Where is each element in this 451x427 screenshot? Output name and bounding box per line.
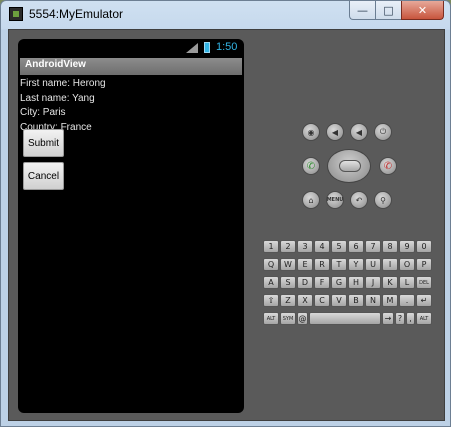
- key-question[interactable]: ?: [395, 312, 405, 325]
- minimize-button[interactable]: —: [349, 1, 375, 20]
- key-1[interactable]: 1: [263, 240, 279, 253]
- volume-up-icon[interactable]: ◀: [350, 123, 368, 141]
- window-controls: — □ ✕: [349, 1, 444, 21]
- status-bar: 1:50: [18, 39, 244, 57]
- key-2[interactable]: 2: [280, 240, 296, 253]
- camera-icon[interactable]: ◉: [302, 123, 320, 141]
- key-7[interactable]: 7: [365, 240, 381, 253]
- app-title-bar: AndroidView: [20, 58, 242, 75]
- key-alt-left[interactable]: ALT: [263, 312, 279, 325]
- key-o[interactable]: O: [399, 258, 415, 271]
- key-y[interactable]: Y: [348, 258, 364, 271]
- power-icon[interactable]: ⏻: [374, 123, 392, 141]
- keyboard-row-1: 1 2 3 4 5 6 7 8 9 0: [263, 240, 435, 254]
- key-a[interactable]: A: [263, 276, 279, 289]
- key-m[interactable]: M: [382, 294, 398, 307]
- submit-button[interactable]: Submit: [23, 129, 64, 157]
- key-j[interactable]: J: [365, 276, 381, 289]
- key-g[interactable]: G: [331, 276, 347, 289]
- shift-key-icon[interactable]: ⇧: [263, 294, 279, 307]
- dpad-center-button[interactable]: [339, 160, 361, 172]
- emulator-window: 5554:MyEmulator — □ ✕ 1:50 AndroidView F…: [0, 0, 451, 427]
- key-r[interactable]: R: [314, 258, 330, 271]
- space-key[interactable]: [309, 312, 381, 325]
- key-w[interactable]: W: [280, 258, 296, 271]
- key-6[interactable]: 6: [348, 240, 364, 253]
- keyboard-row-2: Q W E R T Y U I O P: [263, 258, 435, 272]
- keyboard-row-4: ⇧ Z X C V B N M . ↵: [263, 294, 435, 308]
- status-time: 1:50: [216, 41, 238, 53]
- key-8[interactable]: 8: [382, 240, 398, 253]
- key-q[interactable]: Q: [263, 258, 279, 271]
- key-period[interactable]: .: [399, 294, 415, 307]
- volume-down-icon[interactable]: ◀: [326, 123, 344, 141]
- keyboard-row-5: ALT SYM @ → ? , ALT: [263, 312, 435, 326]
- key-sym[interactable]: SYM: [280, 312, 296, 325]
- title-bar: 5554:MyEmulator — □ ✕: [1, 1, 450, 29]
- close-button[interactable]: ✕: [401, 1, 444, 20]
- key-d[interactable]: D: [297, 276, 313, 289]
- key-3[interactable]: 3: [297, 240, 313, 253]
- search-icon[interactable]: ⚲: [374, 191, 392, 209]
- key-e[interactable]: E: [297, 258, 313, 271]
- enter-key-icon[interactable]: ↵: [416, 294, 432, 307]
- battery-icon: [204, 42, 210, 53]
- city-text: City: Paris: [20, 107, 66, 118]
- emulator-body: 1:50 AndroidView First name: Herong Last…: [8, 29, 445, 421]
- key-k[interactable]: K: [382, 276, 398, 289]
- key-s[interactable]: S: [280, 276, 296, 289]
- key-i[interactable]: I: [382, 258, 398, 271]
- key-tab[interactable]: →: [382, 312, 394, 325]
- dpad[interactable]: [327, 149, 371, 183]
- maximize-button[interactable]: □: [375, 1, 401, 20]
- key-9[interactable]: 9: [399, 240, 415, 253]
- key-f[interactable]: F: [314, 276, 330, 289]
- key-alt-right[interactable]: ALT: [416, 312, 432, 325]
- key-comma[interactable]: ,: [406, 312, 415, 325]
- key-t[interactable]: T: [331, 258, 347, 271]
- key-x[interactable]: X: [297, 294, 313, 307]
- back-icon[interactable]: ↶: [350, 191, 368, 209]
- key-l[interactable]: L: [399, 276, 415, 289]
- key-4[interactable]: 4: [314, 240, 330, 253]
- app-content: First name: Herong Last name: Yang City:…: [20, 77, 242, 135]
- app-title: AndroidView: [25, 59, 86, 70]
- key-v[interactable]: V: [331, 294, 347, 307]
- key-z[interactable]: Z: [280, 294, 296, 307]
- call-icon[interactable]: ✆: [302, 157, 320, 175]
- keyboard-row-3: A S D F G H J K L DEL: [263, 276, 435, 290]
- key-n[interactable]: N: [365, 294, 381, 307]
- key-p[interactable]: P: [416, 258, 432, 271]
- window-title: 5554:MyEmulator: [29, 7, 124, 21]
- phone-screen: 1:50 AndroidView First name: Herong Last…: [18, 39, 244, 413]
- key-c[interactable]: C: [314, 294, 330, 307]
- signal-icon: [186, 43, 198, 53]
- key-5[interactable]: 5: [331, 240, 347, 253]
- key-b[interactable]: B: [348, 294, 364, 307]
- hardware-controls: ◉ ◀ ◀ ⏻ ✆ ✆ ⌂ MENU ↶ ⚲ 1 2 3 4 5 6 7 8 9…: [253, 30, 445, 420]
- key-u[interactable]: U: [365, 258, 381, 271]
- end-call-icon[interactable]: ✆: [379, 157, 397, 175]
- last-name-text: Last name: Yang: [20, 92, 95, 104]
- key-0[interactable]: 0: [416, 240, 432, 253]
- key-at[interactable]: @: [297, 312, 308, 325]
- menu-button[interactable]: MENU: [326, 191, 344, 209]
- cancel-button[interactable]: Cancel: [23, 162, 64, 190]
- first-name-text: First name: Herong: [20, 78, 106, 89]
- key-h[interactable]: H: [348, 276, 364, 289]
- key-del[interactable]: DEL: [416, 276, 432, 289]
- emulator-app-icon: [9, 7, 23, 21]
- home-icon[interactable]: ⌂: [302, 191, 320, 209]
